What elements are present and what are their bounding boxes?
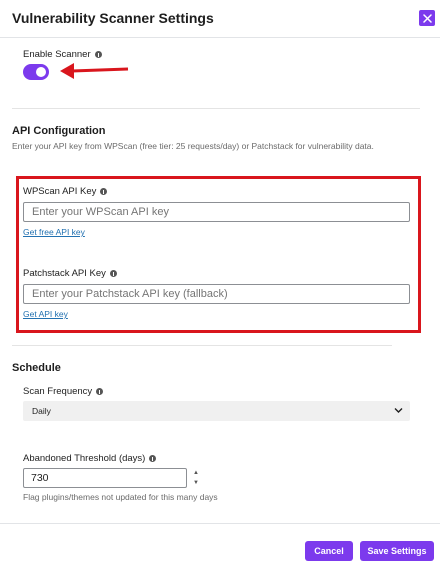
wpscan-api-key-input[interactable] [23,202,410,222]
info-icon [100,188,108,195]
divider [12,345,392,346]
divider [12,108,420,109]
cancel-button[interactable]: Cancel [305,541,353,561]
scan-frequency-label-row: Scan Frequency [23,386,104,397]
enable-scanner-label: Enable Scanner [23,49,91,60]
modal-title: Vulnerability Scanner Settings [12,10,214,26]
spin-up-icon[interactable]: ▲ [193,470,199,476]
highlight-annotation-box [16,176,421,333]
chevron-down-icon [394,408,403,413]
schedule-section-title: Schedule [12,362,61,374]
wpscan-api-key-label: WPScan API Key [23,186,97,197]
scan-frequency-label: Scan Frequency [23,386,93,397]
scan-frequency-value: Daily [32,406,51,416]
threshold-help-text: Flag plugins/themes not updated for this… [23,492,218,502]
spin-down-icon[interactable]: ▼ [193,480,199,486]
patchstack-api-key-input[interactable] [23,284,410,304]
enable-scanner-toggle[interactable] [23,64,49,80]
close-icon [422,13,432,23]
abandoned-threshold-input[interactable] [23,468,187,488]
info-icon [96,388,104,395]
api-section-description: Enter your API key from WPScan (free tie… [12,141,374,151]
api-section-title: API Configuration [12,125,106,137]
modal-header: Vulnerability Scanner Settings [0,0,440,38]
get-free-api-key-link[interactable]: Get free API key [23,227,85,237]
number-spinner[interactable]: ▲ ▼ [191,468,201,488]
wpscan-label-row: WPScan API Key [23,186,108,197]
arrow-annotation [60,63,129,79]
patchstack-label-row: Patchstack API Key [23,268,117,279]
info-icon [109,270,117,277]
abandoned-threshold-label: Abandoned Threshold (days) [23,453,146,464]
threshold-label-row: Abandoned Threshold (days) [23,453,157,464]
get-api-key-link[interactable]: Get API key [23,309,68,319]
save-settings-button[interactable]: Save Settings [360,541,434,561]
close-button[interactable] [419,10,435,26]
patchstack-api-key-label: Patchstack API Key [23,268,106,279]
info-icon [149,455,157,462]
scan-frequency-select[interactable]: Daily [23,401,410,421]
info-icon [94,51,102,58]
enable-scanner-label-row: Enable Scanner [23,49,102,60]
toggle-knob [36,67,46,77]
